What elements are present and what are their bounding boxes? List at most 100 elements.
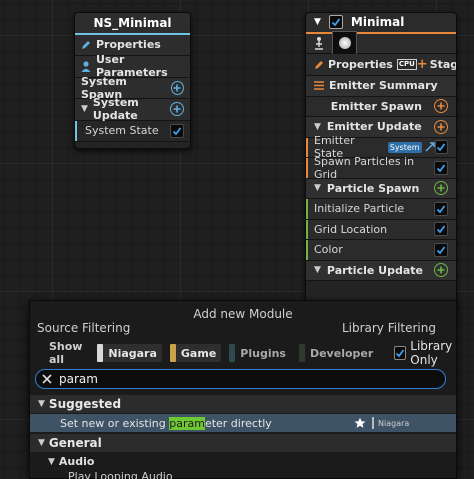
filter-plugins-label: Plugins bbox=[240, 346, 286, 360]
collapse-arrow-icon[interactable]: ▼ bbox=[314, 122, 321, 132]
library-only-label: Library Only bbox=[410, 339, 453, 367]
add-particle-spawn-icon[interactable] bbox=[434, 181, 448, 196]
add-system-update-icon[interactable] bbox=[170, 102, 184, 117]
grid-location-label: Grid Location bbox=[314, 222, 388, 236]
scalability-icon[interactable] bbox=[425, 142, 435, 152]
add-emitter-update-icon[interactable] bbox=[434, 119, 448, 134]
system-update-row[interactable]: ▼ System Update bbox=[75, 96, 190, 123]
suggested-label: Suggested bbox=[48, 397, 122, 411]
general-category[interactable]: ▼ General bbox=[30, 434, 456, 452]
particle-accent-bar bbox=[306, 199, 308, 219]
system-badge: System bbox=[387, 141, 422, 153]
emitter-update-label: Emitter Update bbox=[326, 120, 422, 134]
system-node[interactable]: NS_Minimal Properties User Parameters Sy… bbox=[74, 12, 191, 149]
initialize-particle-label: Initialize Particle bbox=[314, 202, 405, 216]
suggested-category[interactable]: ▼ Suggested bbox=[30, 395, 456, 413]
color-checkbox[interactable] bbox=[434, 242, 448, 257]
list-item[interactable]: Play Looping Audio bbox=[30, 471, 456, 479]
general-label: General bbox=[48, 436, 102, 450]
emitter-accent-bar bbox=[306, 158, 308, 178]
color-row[interactable]: Color bbox=[306, 240, 456, 261]
collapse-arrow-icon[interactable]: ▼ bbox=[38, 399, 45, 409]
emitter-thumbnails bbox=[306, 30, 456, 56]
emitter-summary-row[interactable]: Emitter Summary bbox=[306, 76, 456, 97]
emitter-spawn-row[interactable]: Emitter Spawn bbox=[306, 96, 456, 117]
add-module-panel: Add new Module Source Filtering Library … bbox=[29, 300, 457, 479]
game-swatch bbox=[169, 344, 176, 362]
collapse-arrow-icon[interactable]: ▼ bbox=[81, 104, 88, 114]
emitter-state-checkbox[interactable] bbox=[434, 140, 448, 155]
search-input[interactable]: param bbox=[59, 372, 98, 386]
emitter-enabled-checkbox[interactable] bbox=[328, 15, 343, 30]
user-icon bbox=[81, 61, 91, 72]
emitter-node-header[interactable]: ▼ Minimal bbox=[306, 13, 456, 34]
filter-bar: Show all Niagara Game Plugins Developer … bbox=[30, 339, 456, 367]
emitter-node[interactable]: ▼ Minimal Properties CPU + Stage Emitter… bbox=[305, 12, 457, 312]
add-particle-update-icon[interactable] bbox=[434, 263, 448, 278]
particle-spawn-row[interactable]: ▼ Particle Spawn bbox=[306, 178, 456, 199]
library-only-checkbox[interactable] bbox=[394, 346, 407, 360]
filter-game[interactable]: Game bbox=[169, 344, 222, 362]
system-state-checkbox[interactable] bbox=[170, 123, 184, 138]
pencil-icon bbox=[81, 40, 91, 50]
audio-label: Audio bbox=[58, 455, 95, 468]
grid-location-checkbox[interactable] bbox=[434, 222, 448, 237]
add-emitter-spawn-icon[interactable] bbox=[434, 99, 448, 114]
spawn-grid-checkbox[interactable] bbox=[434, 160, 448, 175]
pencil-icon bbox=[314, 60, 324, 70]
system-node-header[interactable]: NS_Minimal bbox=[75, 13, 190, 35]
plus-icon: + bbox=[416, 57, 428, 72]
collapse-arrow-icon[interactable]: ▼ bbox=[314, 183, 321, 193]
collapse-arrow-icon[interactable]: ▼ bbox=[314, 265, 321, 275]
emitter-title: Minimal bbox=[350, 15, 405, 30]
suggested-result-row[interactable]: Set new or existing parameter directly N… bbox=[30, 414, 456, 432]
result-prefix: Set new or existing bbox=[60, 416, 170, 430]
filter-game-label: Game bbox=[180, 346, 217, 360]
system-accent-bar bbox=[75, 120, 77, 141]
grid-location-row[interactable]: Grid Location bbox=[306, 219, 456, 240]
particle-preview-icon[interactable] bbox=[332, 30, 357, 56]
result-label: Set new or existing parameter directly bbox=[60, 416, 354, 430]
particle-update-label: Particle Update bbox=[326, 263, 423, 277]
filter-plugins[interactable]: Plugins bbox=[229, 344, 291, 362]
list-icon bbox=[314, 81, 324, 91]
system-update-label: System Update bbox=[92, 96, 139, 123]
emitter-spawn-label: Emitter Spawn bbox=[330, 99, 422, 113]
add-stage-button[interactable]: + Stage bbox=[416, 57, 456, 72]
emitter-properties-label: Properties bbox=[328, 58, 393, 71]
initialize-particle-row[interactable]: Initialize Particle bbox=[306, 199, 456, 220]
emitter-properties-row[interactable]: Properties CPU + Stage bbox=[306, 54, 456, 76]
initialize-particle-checkbox[interactable] bbox=[434, 201, 448, 216]
library-only-toggle[interactable]: Library Only bbox=[394, 339, 456, 367]
clear-search-icon[interactable] bbox=[42, 374, 52, 384]
particle-update-row[interactable]: ▼ Particle Update bbox=[306, 260, 456, 281]
filter-niagara[interactable]: Niagara bbox=[97, 344, 162, 362]
system-state-row[interactable]: System State bbox=[75, 120, 190, 142]
star-icon[interactable] bbox=[354, 417, 366, 429]
source-tag-label: Niagara bbox=[378, 418, 410, 428]
collapse-arrow-icon[interactable]: ▼ bbox=[314, 17, 321, 27]
filter-developer-label: Developer bbox=[309, 346, 374, 360]
collapse-arrow-icon[interactable]: ▼ bbox=[48, 457, 55, 467]
system-node-title: NS_Minimal bbox=[93, 15, 172, 30]
panel-title: Add new Module bbox=[193, 307, 293, 321]
particle-accent-bar bbox=[306, 219, 308, 239]
show-all-button[interactable]: Show all bbox=[44, 340, 89, 366]
emitter-accent-bar bbox=[306, 137, 308, 157]
source-tag-bar bbox=[372, 417, 374, 429]
emitter-icon[interactable] bbox=[314, 36, 324, 50]
partial-item-label: Play Looping Audio bbox=[68, 471, 173, 479]
spawn-grid-row[interactable]: Spawn Particles in Grid bbox=[306, 155, 456, 181]
color-label: Color bbox=[314, 243, 343, 257]
collapse-arrow-icon[interactable]: ▼ bbox=[38, 438, 45, 448]
stage-label: Stage bbox=[429, 58, 456, 71]
cpu-icon: CPU bbox=[396, 59, 417, 70]
add-system-spawn-icon[interactable] bbox=[170, 80, 184, 95]
library-filtering-label: Library Filtering bbox=[341, 321, 436, 335]
particle-accent-bar bbox=[306, 240, 308, 260]
result-source-tag: Niagara bbox=[372, 417, 456, 429]
filter-developer[interactable]: Developer bbox=[298, 344, 378, 362]
search-box[interactable]: param bbox=[35, 369, 446, 389]
emitter-summary-label: Emitter Summary bbox=[329, 79, 438, 93]
audio-subcategory[interactable]: ▼ Audio bbox=[30, 453, 456, 470]
